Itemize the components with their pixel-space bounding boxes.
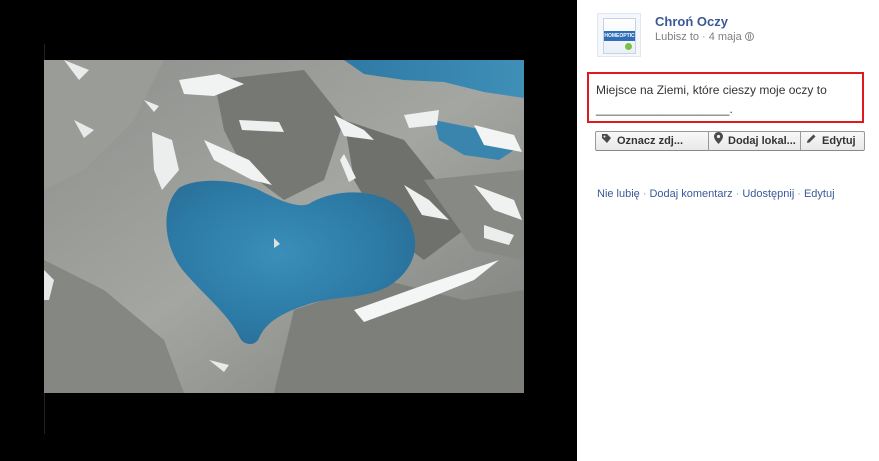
post-sidebar: HOMEOPTIC Chroń Oczy Lubisz to · 4 maja Mi… <box>577 0 879 461</box>
post-caption: Miejsce na Ziemi, które cieszy moje oczy… <box>587 72 864 123</box>
avatar-dot <box>625 43 632 50</box>
caption-text: Miejsce na Ziemi, które cieszy moje oczy… <box>596 83 827 97</box>
add-comment-link[interactable]: Dodaj komentarz <box>649 188 732 200</box>
edit-link[interactable]: Edytuj <box>804 188 835 200</box>
post-meta: Lubisz to · 4 maja <box>655 31 754 43</box>
photo-action-buttons: Oznacz zdj... Dodaj lokal... Edytuj <box>595 131 865 151</box>
avatar-brand-label: HOMEOPTIC <box>604 31 635 41</box>
link-separator: · <box>642 188 647 200</box>
tag-icon <box>601 132 612 150</box>
photo-image <box>44 60 524 393</box>
tag-photo-label: Oznacz zdj... <box>617 135 684 147</box>
location-pin-icon <box>714 132 723 150</box>
post-links: Nie lubię · Dodaj komentarz · Udostępnij · Edy… <box>597 188 835 200</box>
product-box-icon: HOMEOPTIC <box>603 18 636 54</box>
add-location-label: Dodaj lokal... <box>728 135 796 147</box>
unlike-link[interactable]: Nie lubię <box>597 188 640 200</box>
add-location-button[interactable]: Dodaj lokal... <box>709 131 801 151</box>
photo-stage <box>0 0 577 461</box>
edit-button[interactable]: Edytuj <box>801 131 865 151</box>
share-link[interactable]: Udostępnij <box>742 188 794 200</box>
page-name-link[interactable]: Chroń Oczy <box>655 14 728 29</box>
tag-photo-button[interactable]: Oznacz zdj... <box>595 131 709 151</box>
link-separator: · <box>735 188 740 200</box>
heart-lake-photo[interactable] <box>44 60 524 393</box>
link-separator: · <box>797 188 801 200</box>
like-status[interactable]: Lubisz to <box>655 31 699 43</box>
edit-label: Edytuj <box>822 135 856 147</box>
globe-icon[interactable] <box>744 32 754 41</box>
post-date[interactable]: 4 maja <box>709 31 742 43</box>
pencil-icon <box>806 132 817 150</box>
page-avatar[interactable]: HOMEOPTIC <box>597 13 641 57</box>
caption-blank: ____________________. <box>596 102 733 116</box>
meta-separator: · <box>702 31 706 43</box>
